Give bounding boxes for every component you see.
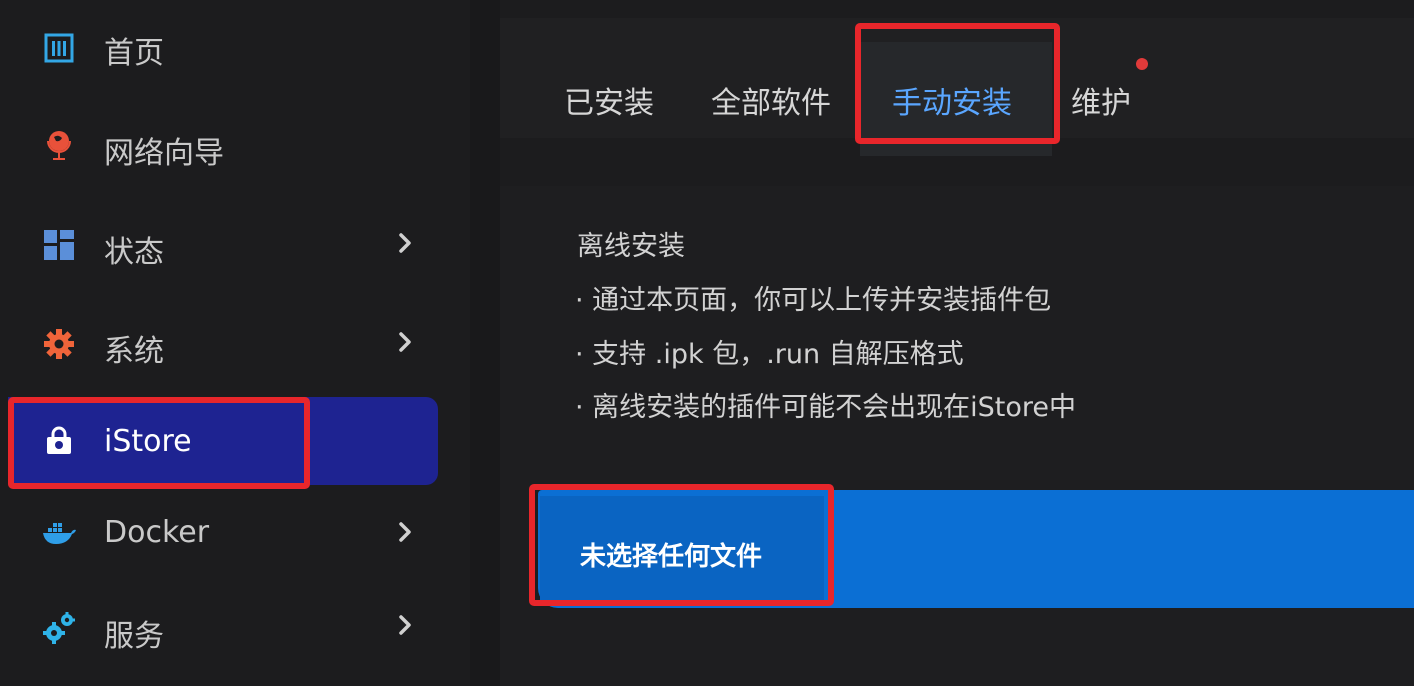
tab-maintenance[interactable]: 维护 xyxy=(1071,78,1131,122)
sidebar-item-label: 状态 xyxy=(104,235,164,270)
tab-installed[interactable]: 已安装 xyxy=(564,78,654,122)
info-line: · 通过本页面，你可以上传并安装插件包 xyxy=(575,285,1052,316)
divider xyxy=(470,0,500,686)
sidebar-item-label: 服务 xyxy=(104,619,164,654)
highlight-file-chooser xyxy=(529,484,834,606)
sidebar-item-services[interactable]: 服务 xyxy=(0,585,440,673)
chevron-right-icon xyxy=(392,329,418,355)
sidebar-item-network-wizard[interactable]: 网络向导 xyxy=(0,104,440,192)
manual-install-content: 离线安装 · 通过本页面，你可以上传并安装插件包 · 支持 .ipk 包，.ru… xyxy=(500,186,1414,686)
info-line: · 支持 .ipk 包，.run 自解压格式 xyxy=(575,339,964,370)
tab-all-software[interactable]: 全部软件 xyxy=(711,78,831,122)
chevron-right-icon xyxy=(392,612,418,638)
main-panel: 已安装 全部软件 手动安装 维护 离线安装 · 通过本页面，你可以上传并安装插件… xyxy=(500,0,1414,686)
highlight-istore xyxy=(8,397,310,489)
sidebar-item-status[interactable]: 状态 xyxy=(0,203,440,291)
chevron-right-icon xyxy=(392,230,418,256)
sidebar-item-docker[interactable]: Docker xyxy=(0,489,440,577)
docker-whale-icon xyxy=(42,517,76,551)
gear-icon xyxy=(42,327,76,361)
chevron-right-icon xyxy=(392,519,418,545)
gears-icon xyxy=(42,611,76,645)
info-line: · 离线安装的插件可能不会出现在iStore中 xyxy=(575,392,1077,423)
notification-dot xyxy=(1136,58,1148,70)
dashboard-icon xyxy=(42,31,76,65)
sidebar-item-home[interactable]: 首页 xyxy=(0,4,440,92)
sidebar-item-label: 系统 xyxy=(104,334,164,369)
grid-icon xyxy=(42,228,76,262)
globe-icon xyxy=(42,128,76,162)
sidebar-item-label: 首页 xyxy=(104,36,164,71)
sidebar-item-system[interactable]: 系统 xyxy=(0,302,440,390)
sidebar: 首页 网络向导 状态 系统 iStore Docker 服务 xyxy=(0,0,470,686)
sidebar-item-label: 网络向导 xyxy=(104,136,224,171)
sidebar-item-label: Docker xyxy=(104,515,210,550)
highlight-manual-install-tab xyxy=(855,23,1060,144)
offline-install-title: 离线安装 xyxy=(577,231,685,262)
